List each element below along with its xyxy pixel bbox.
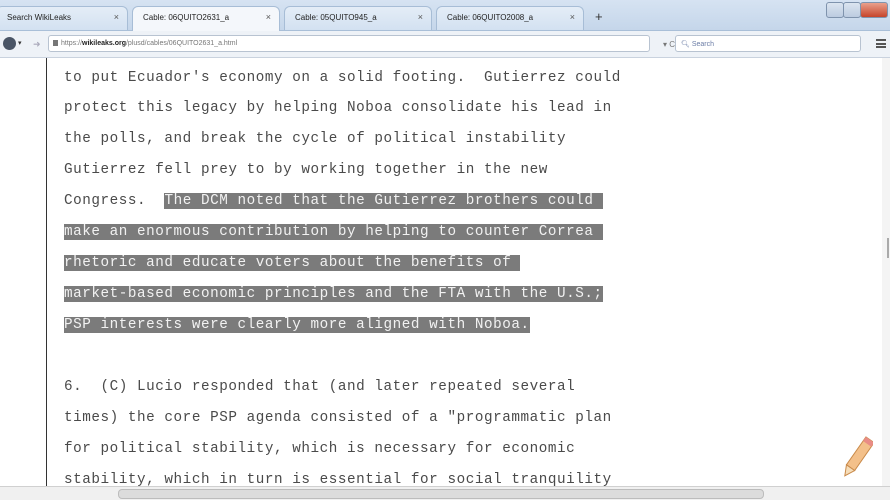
selected-text: market-based economic principles and the… bbox=[64, 286, 603, 302]
url-bar[interactable]: https://wikileaks.org/plusd/cables/06QUI… bbox=[48, 35, 650, 52]
horizontal-scrollbar[interactable] bbox=[0, 486, 890, 500]
selected-text: rhetoric and educate voters about the be… bbox=[64, 255, 521, 271]
tab-label: Search WikiLeaks bbox=[7, 13, 72, 22]
search-placeholder: Search bbox=[691, 41, 715, 48]
tab-label: Cable: 06QUITO2008_a bbox=[447, 13, 534, 22]
close-tab-icon[interactable]: × bbox=[418, 12, 423, 22]
document-line: market-based economic principles and the… bbox=[64, 286, 603, 302]
close-tab-icon[interactable]: × bbox=[114, 12, 119, 22]
vertical-scrollbar[interactable] bbox=[882, 58, 890, 486]
tab-cable-05quito945[interactable]: Cable: 05QUITO945_a × bbox=[284, 6, 432, 30]
document-line: PSP interests were clearly more aligned … bbox=[64, 317, 530, 333]
document-line: Gutierrez fell prey to by working togeth… bbox=[64, 162, 548, 178]
line-text: Congress. bbox=[64, 193, 165, 209]
back-arrow-icon[interactable] bbox=[3, 37, 16, 50]
url-domain: wikileaks.org bbox=[82, 40, 126, 47]
document-line: to put Ecuador's economy on a solid foot… bbox=[64, 70, 621, 86]
document-line: Congress. The DCM noted that the Gutierr… bbox=[64, 193, 603, 209]
line-text: protect this legacy by helping Noboa con… bbox=[64, 100, 612, 116]
selected-text: PSP interests were clearly more aligned … bbox=[64, 317, 530, 333]
document-line: protect this legacy by helping Noboa con… bbox=[64, 100, 612, 116]
document-line: make an enormous contribution by helping… bbox=[64, 224, 603, 240]
new-tab-button[interactable]: + bbox=[595, 9, 603, 24]
close-tab-icon[interactable]: × bbox=[570, 12, 575, 22]
line-text: stability, which in turn is essential fo… bbox=[64, 472, 612, 486]
url-path: /plusd/cables/06QUITO2631_a.html bbox=[125, 40, 238, 47]
text-margin-rule bbox=[46, 58, 47, 486]
line-text: times) the core PSP agenda consisted of … bbox=[64, 410, 612, 426]
line-text: the polls, and break the cycle of politi… bbox=[64, 131, 567, 147]
tab-cable-06quito2008[interactable]: Cable: 06QUITO2008_a × bbox=[436, 6, 584, 30]
history-dropdown-icon[interactable]: ▾ bbox=[18, 39, 22, 47]
lock-icon bbox=[53, 40, 58, 46]
document-line: 6. (C) Lucio responded that (and later r… bbox=[64, 379, 575, 395]
hamburger-menu-icon[interactable] bbox=[876, 39, 886, 48]
tab-bar: Search WikiLeaks × Cable: 06QUITO2631_a × … bbox=[0, 0, 890, 31]
close-window-button[interactable] bbox=[860, 2, 888, 18]
pencil-icon[interactable] bbox=[843, 432, 873, 482]
document-line: times) the core PSP agenda consisted of … bbox=[64, 410, 612, 426]
cable-document: to put Ecuador's economy on a solid foot… bbox=[0, 58, 882, 486]
search-input[interactable]: 🔍︎ Search bbox=[675, 35, 861, 52]
forward-arrow-icon[interactable]: ➜ bbox=[33, 39, 41, 50]
close-tab-icon[interactable]: × bbox=[266, 12, 271, 22]
document-line: for political stability, which is necess… bbox=[64, 441, 575, 457]
tab-search-wikileaks[interactable]: Search WikiLeaks × bbox=[0, 6, 128, 30]
document-line: rhetoric and educate voters about the be… bbox=[64, 255, 521, 271]
selected-text: make an enormous contribution by helping… bbox=[64, 224, 603, 240]
reload-icon[interactable]: ▾ C bbox=[663, 40, 675, 49]
line-text: Gutierrez fell prey to by working togeth… bbox=[64, 162, 548, 178]
tab-label: Cable: 05QUITO945_a bbox=[295, 13, 377, 22]
tab-cable-06quito2631[interactable]: Cable: 06QUITO2631_a × bbox=[132, 6, 280, 31]
document-line: stability, which in turn is essential fo… bbox=[64, 472, 612, 486]
line-text: 6. (C) Lucio responded that (and later r… bbox=[64, 379, 576, 395]
scrollbar-thumb[interactable] bbox=[887, 238, 889, 258]
navigation-bar: ▾ ➜ https://wikileaks.org/plusd/cables/0… bbox=[0, 31, 890, 58]
line-text: to put Ecuador's economy on a solid foot… bbox=[64, 70, 621, 86]
selected-text: The DCM noted that the Gutierrez brother… bbox=[164, 193, 603, 209]
minimize-button[interactable] bbox=[826, 2, 844, 18]
maximize-button[interactable] bbox=[843, 2, 861, 18]
line-text: for political stability, which is necess… bbox=[64, 441, 576, 457]
horizontal-scrollbar-thumb[interactable] bbox=[118, 489, 764, 499]
search-icon: 🔍︎ bbox=[681, 41, 690, 48]
tab-label: Cable: 06QUITO2631_a bbox=[143, 13, 230, 22]
window-controls bbox=[826, 2, 888, 18]
url-prefix: https:// bbox=[61, 40, 83, 47]
document-line: the polls, and break the cycle of politi… bbox=[64, 131, 566, 147]
